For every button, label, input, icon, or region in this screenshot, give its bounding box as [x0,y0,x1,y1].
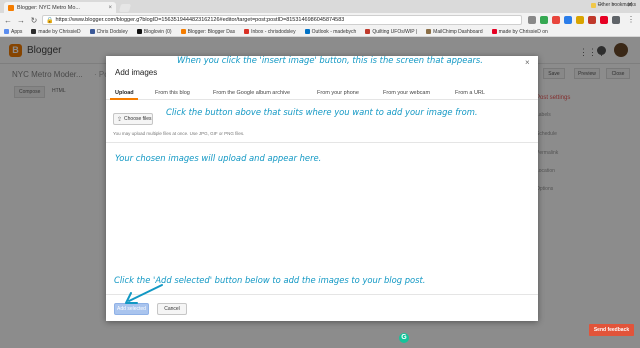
browser-tab[interactable]: Blogger: NYC Metro Mo... × [4,2,116,13]
bookmark-favicon-icon [244,29,250,34]
bookmark-item[interactable]: Chris Dodsley [89,28,128,35]
tab-title: Blogger: NYC Metro Mo... [17,4,80,11]
choose-files-label: Choose files [124,116,152,122]
bookmark-item[interactable]: Blogger: Blogger Das [180,28,236,35]
tab-google-album-archive[interactable]: From the Google album archive [213,90,290,96]
bookmark-label: Bloglovin (0) [143,28,172,35]
active-tab-indicator [110,98,138,100]
tab-from-this-blog[interactable]: From this blog [155,90,190,96]
other-bookmarks-label: Other bookmarks [597,2,636,8]
add-selected-button[interactable]: Add selected [114,303,149,315]
bookmark-item[interactable]: Inbox - chrisdodsley [244,28,296,35]
bookmark-label: Inbox - chrisdodsley [251,28,296,35]
bookmark-label: Chris Dodsley [96,28,128,35]
bookmark-item[interactable]: Quilting UFOs/WIP | [365,29,417,35]
extension-gray-icon[interactable] [612,16,620,24]
browser-tab-bar: Blogger: NYC Metro Mo... × – ▫ ✕ [0,0,640,13]
bookmark-favicon-icon [365,29,371,34]
bookmark-item[interactable]: Outlook - madebych [304,28,357,35]
new-tab-button[interactable] [118,4,132,12]
bookmark-label: Apps [11,28,23,35]
dialog-footer: Add selected Cancel [106,294,538,321]
bookmark-favicon-icon [491,29,497,34]
bookmark-item[interactable]: made by ChrissieD [31,28,81,35]
browser-toolbar: ← → ↻ 🔒 https://www.blogger.com/blogger.… [0,13,640,27]
bookmark-favicon-icon [89,29,95,34]
bookmark-label: made by ChrissieD [38,28,81,35]
annotation-insert-image: When you click the 'insert image' button… [177,55,483,65]
folder-icon [590,2,596,8]
bookmark-favicon-icon [426,29,432,34]
url-text: https://www.blogger.com/blogger.g?blogID… [55,17,345,23]
menu-dots-icon[interactable]: ⋮ [627,16,635,24]
bookmark-favicon-icon [180,29,186,34]
tab-close-icon[interactable]: × [108,5,112,11]
pin-extension-icon[interactable] [600,16,608,24]
bookmark-favicon-icon [31,29,37,34]
annotation-upload-area: Your chosen images will upload and appea… [115,153,322,163]
extension-red-icon[interactable] [552,16,560,24]
bookmark-label: made by ChrissieD on [498,28,548,35]
tab-from-your-phone[interactable]: From your phone [317,90,359,96]
tab-upload[interactable]: Upload [115,90,134,96]
upload-icon: ⇪ [117,116,123,123]
bookmark-item[interactable]: made by ChrissieD on [491,28,548,35]
address-bar[interactable]: 🔒 https://www.blogger.com/blogger.g?blog… [42,15,522,25]
annotation-choose-source: Click the button above that suits where … [166,107,478,117]
bookmark-item[interactable]: MailChimp Dashboard [426,28,483,35]
lock-icon: 🔒 [46,17,54,24]
bookmark-label: Blogger: Blogger Das [187,28,236,35]
bookmark-label: MailChimp Dashboard [433,28,483,35]
extension-blue-icon[interactable] [564,16,572,24]
bookmark-favicon-icon [304,29,310,34]
source-tabs: Upload From this blog From the Google al… [106,86,538,100]
dialog-close-icon[interactable]: × [525,58,530,67]
upload-drop-area[interactable] [106,142,538,294]
tab-from-your-webcam[interactable]: From your webcam [383,90,430,96]
extension-yellow-icon[interactable] [576,16,584,24]
tab-from-a-url[interactable]: From a URL [455,90,485,96]
annotation-add-selected: Click the 'Add selected' button below to… [114,275,426,285]
bookmark-item[interactable]: Apps [4,29,22,35]
bookmark-favicon-icon [4,29,9,34]
dialog-title: Add images [115,68,158,77]
bookmark-item[interactable]: Bloglovin (0) [136,28,172,35]
pinterest-extension-icon[interactable] [588,16,596,24]
blogger-favicon-icon [8,4,14,11]
bookmark-favicon-icon [136,29,142,34]
choose-files-button[interactable]: ⇪ Choose files [113,113,153,125]
upload-hint: You may upload multiple files at once. U… [113,131,245,136]
bookmarks-bar: Apps made by ChrissieD Chris Dodsley Bloglo… [0,27,640,37]
bookmark-star-icon[interactable] [528,16,536,24]
bookmark-label: Quilting UFOs/WIP | [372,28,418,35]
reload-icon[interactable]: ↻ [29,16,39,25]
back-icon[interactable]: ← [3,16,13,25]
send-feedback-button[interactable]: Send feedback [589,324,634,336]
forward-icon[interactable]: → [16,16,26,25]
other-bookmarks[interactable]: Other bookmarks [590,2,636,8]
grammarly-icon[interactable]: G [399,333,409,343]
extension-green-icon[interactable] [540,16,548,24]
bookmark-label: Outlook - madebych [311,28,357,35]
cancel-button[interactable]: Cancel [157,303,187,315]
